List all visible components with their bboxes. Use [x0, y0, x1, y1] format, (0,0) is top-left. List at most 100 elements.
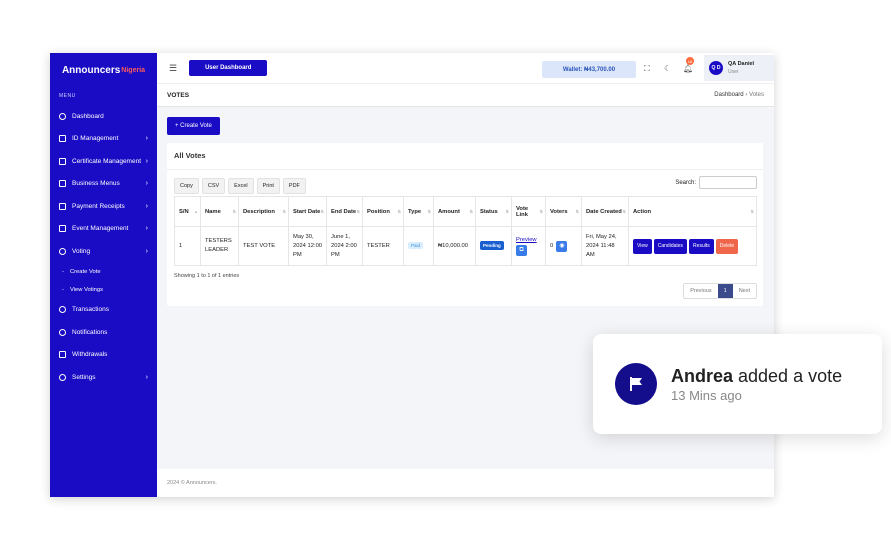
col-header-name[interactable]: Name ⇅: [200, 196, 239, 227]
results-button[interactable]: Results: [689, 238, 714, 254]
chevron-right-icon: ›: [145, 373, 148, 381]
votes-card: All Votes Copy CSV Excel Print PDF Searc…: [167, 143, 763, 306]
search-label: Search:: [675, 179, 696, 186]
business-icon: [59, 180, 66, 188]
pdf-button[interactable]: PDF: [282, 178, 306, 194]
receipt-icon: [59, 202, 66, 210]
sidebar-item-transactions[interactable]: Transactions: [50, 299, 157, 322]
id-card-icon: [59, 135, 66, 143]
print-button[interactable]: Print: [256, 178, 280, 194]
col-header-position[interactable]: Position ⇅: [362, 196, 404, 227]
menu-toggle-icon[interactable]: ☰: [169, 63, 177, 74]
user-menu[interactable]: Q D QA Daniel User: [704, 55, 774, 81]
search-input[interactable]: [699, 176, 757, 189]
chevron-right-icon: ›: [145, 135, 148, 143]
cell-amount: ₦10,000.00: [433, 226, 476, 266]
col-header-type[interactable]: Type ⇅: [403, 196, 434, 227]
view-button[interactable]: View: [633, 238, 652, 254]
delete-button[interactable]: Delete: [715, 238, 739, 254]
sort-icon: ⇅: [539, 209, 543, 214]
breadcrumb-dashboard-link[interactable]: Dashboard: [714, 92, 743, 98]
sidebar-item-voting[interactable]: Voting ›: [50, 240, 157, 263]
user-dashboard-button[interactable]: User Dashboard: [189, 60, 268, 76]
bell-icon[interactable]: 🔔︎: [683, 64, 693, 73]
sidebar-item-dashboard[interactable]: Dashboard: [50, 105, 157, 128]
sidebar-subitem-view-votings[interactable]: - View Votings: [50, 281, 157, 299]
cell-end-date: June 1, 2024 2:00 PM: [326, 226, 363, 266]
sidebar-item-business-menus[interactable]: Business Menus ›: [50, 173, 157, 196]
chevron-right-icon: ›: [145, 225, 148, 233]
type-badge: Paid: [408, 242, 424, 249]
dark-mode-icon[interactable]: ☾: [664, 64, 671, 73]
sidebar-item-label: Event Management: [72, 225, 129, 233]
fullscreen-icon[interactable]: ⛶: [644, 64, 650, 74]
col-header-description[interactable]: Description ⇅: [238, 196, 289, 227]
csv-button[interactable]: CSV: [201, 178, 226, 194]
sidebar-item-label: Payment Receipts: [72, 202, 125, 210]
logo-text: Announcers: [61, 64, 121, 76]
breadcrumb-current: Votes: [748, 92, 764, 98]
col-header-sn[interactable]: S/N ▲: [174, 196, 201, 227]
sort-icon: ▲: [194, 209, 198, 214]
sidebar-item-label: Certificate Management: [72, 157, 142, 165]
menu-heading: MENU: [59, 93, 76, 99]
chevron-down-icon: ›: [145, 247, 148, 255]
percent-icon: [59, 247, 66, 255]
sidebar-item-payment-receipts[interactable]: Payment Receipts ›: [50, 195, 157, 218]
sidebar-item-withdrawals[interactable]: Withdrawals: [50, 344, 157, 367]
card-title: All Votes: [174, 151, 206, 160]
sidebar-item-label: Create Vote: [69, 268, 101, 275]
dash-icon: -: [62, 286, 64, 293]
export-buttons: Copy CSV Excel Print PDF: [174, 178, 306, 194]
col-header-amount[interactable]: Amount ⇅: [433, 196, 476, 227]
sidebar-subitem-create-vote[interactable]: - Create Vote: [50, 263, 157, 281]
sort-icon: ⇅: [505, 209, 509, 214]
entries-info: Showing 1 to 1 of 1 entries: [174, 273, 240, 279]
sidebar-item-settings[interactable]: Settings ›: [50, 366, 157, 389]
sidebar-item-label: ID Management: [72, 135, 119, 143]
cell-description: TEST VOTE: [238, 226, 289, 266]
cell-name: TESTERS LEADER: [200, 226, 239, 266]
sidebar-item-event-management[interactable]: Event Management ›: [50, 218, 157, 241]
activity-toast[interactable]: Andrea added a vote 13 Mins ago: [593, 334, 882, 434]
sort-icon: ⇅: [282, 209, 286, 214]
user-role: User: [728, 69, 739, 75]
sidebar-item-label: Voting: [72, 247, 91, 255]
candidates-button[interactable]: Candidates: [653, 238, 688, 254]
create-vote-button[interactable]: + Create Vote: [167, 117, 220, 135]
sidebar: Announcers Nigeria MENU Dashboard ID Man…: [50, 53, 157, 497]
dashboard-icon: [59, 112, 66, 120]
col-header-voters[interactable]: Voters ⇅: [545, 196, 582, 227]
col-header-date-created[interactable]: Date Created ⇅: [581, 196, 629, 227]
sidebar-item-label: View Votings: [69, 286, 104, 293]
excel-button[interactable]: Excel: [228, 178, 254, 194]
logo[interactable]: Announcers Nigeria: [50, 53, 157, 87]
sidebar-item-notifications[interactable]: Notifications: [50, 321, 157, 344]
col-header-status[interactable]: Status ⇅: [475, 196, 512, 227]
copy-link-icon[interactable]: ⧉: [516, 245, 527, 256]
page-1-button[interactable]: 1: [717, 284, 733, 298]
cell-vote-link: Preview ⧉: [511, 226, 546, 266]
sort-icon: ⇅: [320, 209, 324, 214]
table-row: 1 TESTERS LEADER TEST VOTE May 30, 2024 …: [174, 226, 757, 266]
eye-icon[interactable]: ◉: [556, 240, 568, 252]
col-header-start-date[interactable]: Start Date ⇅: [288, 196, 327, 227]
copy-button[interactable]: Copy: [174, 178, 199, 194]
col-header-action[interactable]: Action ⇅: [628, 196, 757, 227]
sidebar-item-id-management[interactable]: ID Management ›: [50, 128, 157, 151]
col-header-end-date[interactable]: End Date ⇅: [326, 196, 363, 227]
preview-link[interactable]: Preview: [516, 236, 541, 245]
sidebar-item-certificate-management[interactable]: Certificate Management ›: [50, 150, 157, 173]
cell-position: TESTER: [362, 226, 404, 266]
notification-badge: 18: [686, 57, 694, 65]
transactions-icon: [59, 306, 66, 314]
col-header-vote-link[interactable]: Vote Link ⇅: [511, 196, 546, 227]
sort-icon: ⇅: [356, 209, 360, 214]
withdrawal-icon: [59, 351, 66, 359]
previous-page-button[interactable]: Previous: [684, 284, 717, 298]
toast-action: added a vote: [733, 366, 843, 386]
wallet-balance: Wallet: ₦43,700.00: [542, 61, 636, 78]
bell-icon: [59, 328, 66, 336]
next-page-button[interactable]: Next: [733, 284, 756, 298]
sidebar-item-label: Withdrawals: [72, 351, 108, 359]
